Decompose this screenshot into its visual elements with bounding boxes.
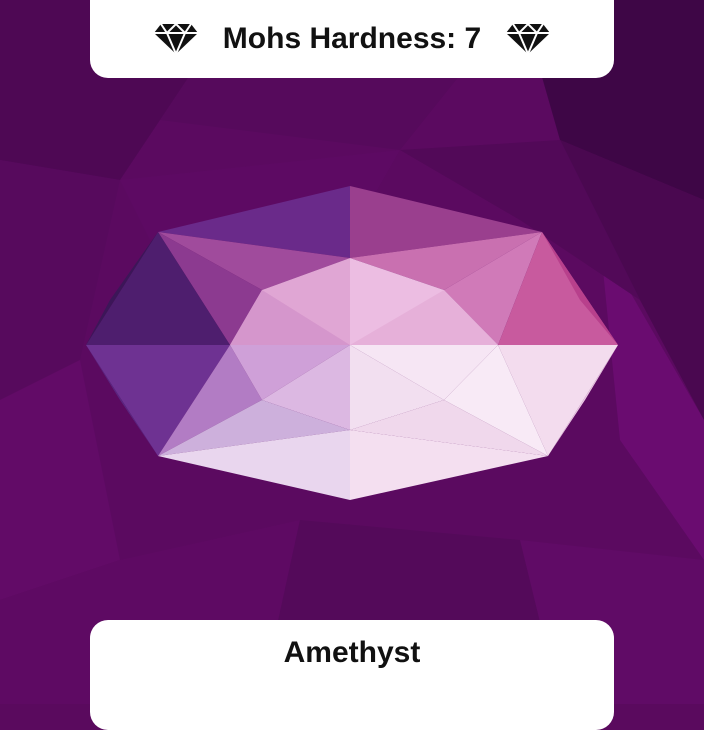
hardness-card: Mohs Hardness: 7 — [90, 0, 614, 78]
gem-name-card: Amethyst — [90, 620, 614, 730]
amethyst-gem-illustration — [86, 186, 618, 500]
hardness-title: Mohs Hardness: 7 — [222, 22, 482, 55]
diamond-icon — [506, 23, 551, 55]
gem-name: Amethyst — [283, 636, 421, 669]
diamond-icon — [153, 23, 198, 55]
